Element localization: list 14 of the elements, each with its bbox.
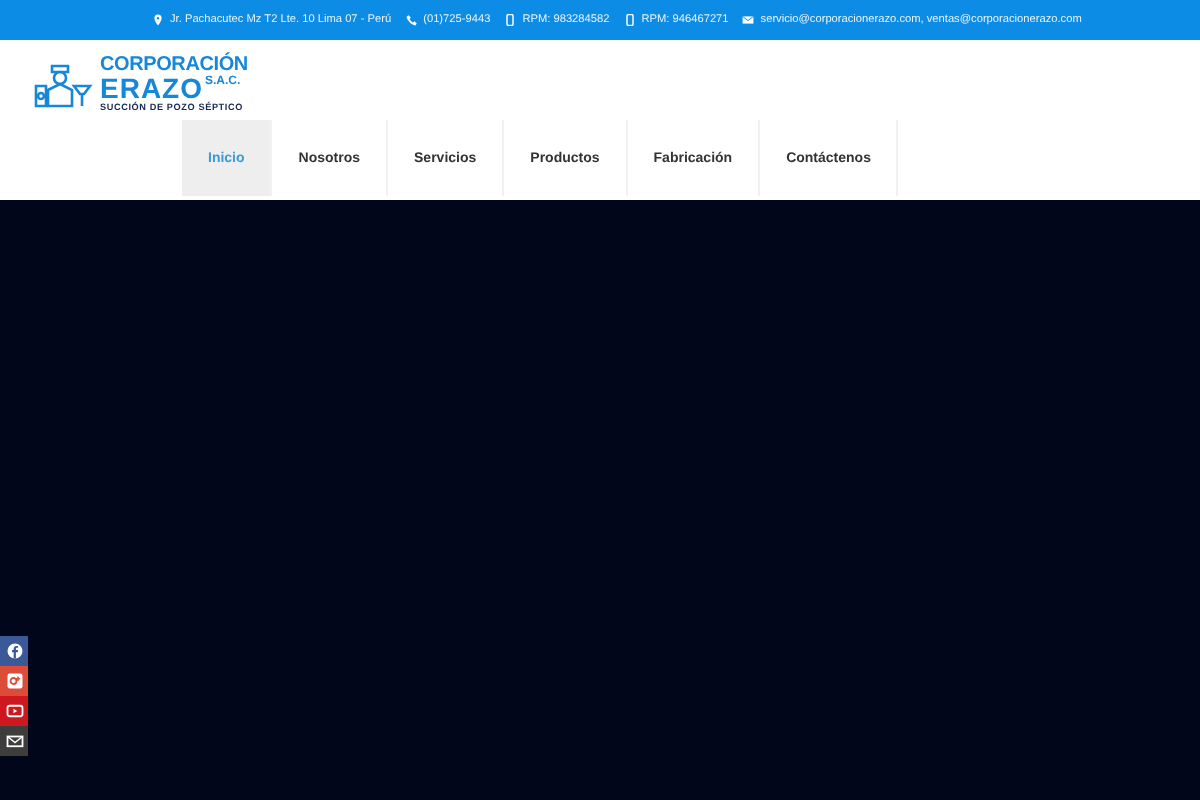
phone-icon — [405, 14, 418, 26]
logo-text: CORPORACIÓN — [100, 56, 248, 76]
social-button[interactable] — [0, 636, 28, 666]
google-plus-icon — [5, 672, 23, 690]
social-button[interactable] — [0, 696, 28, 726]
mobile-phone-icon — [623, 14, 636, 26]
mobile-phone-icon — [504, 14, 517, 26]
youtube-icon — [5, 702, 23, 720]
envelope-icon — [5, 732, 23, 750]
location-pin-icon — [152, 14, 164, 26]
envelope-icon — [742, 14, 755, 26]
facebook-icon — [5, 642, 23, 660]
social-button[interactable] — [0, 726, 28, 756]
logo-text: ERAZO — [100, 76, 203, 102]
